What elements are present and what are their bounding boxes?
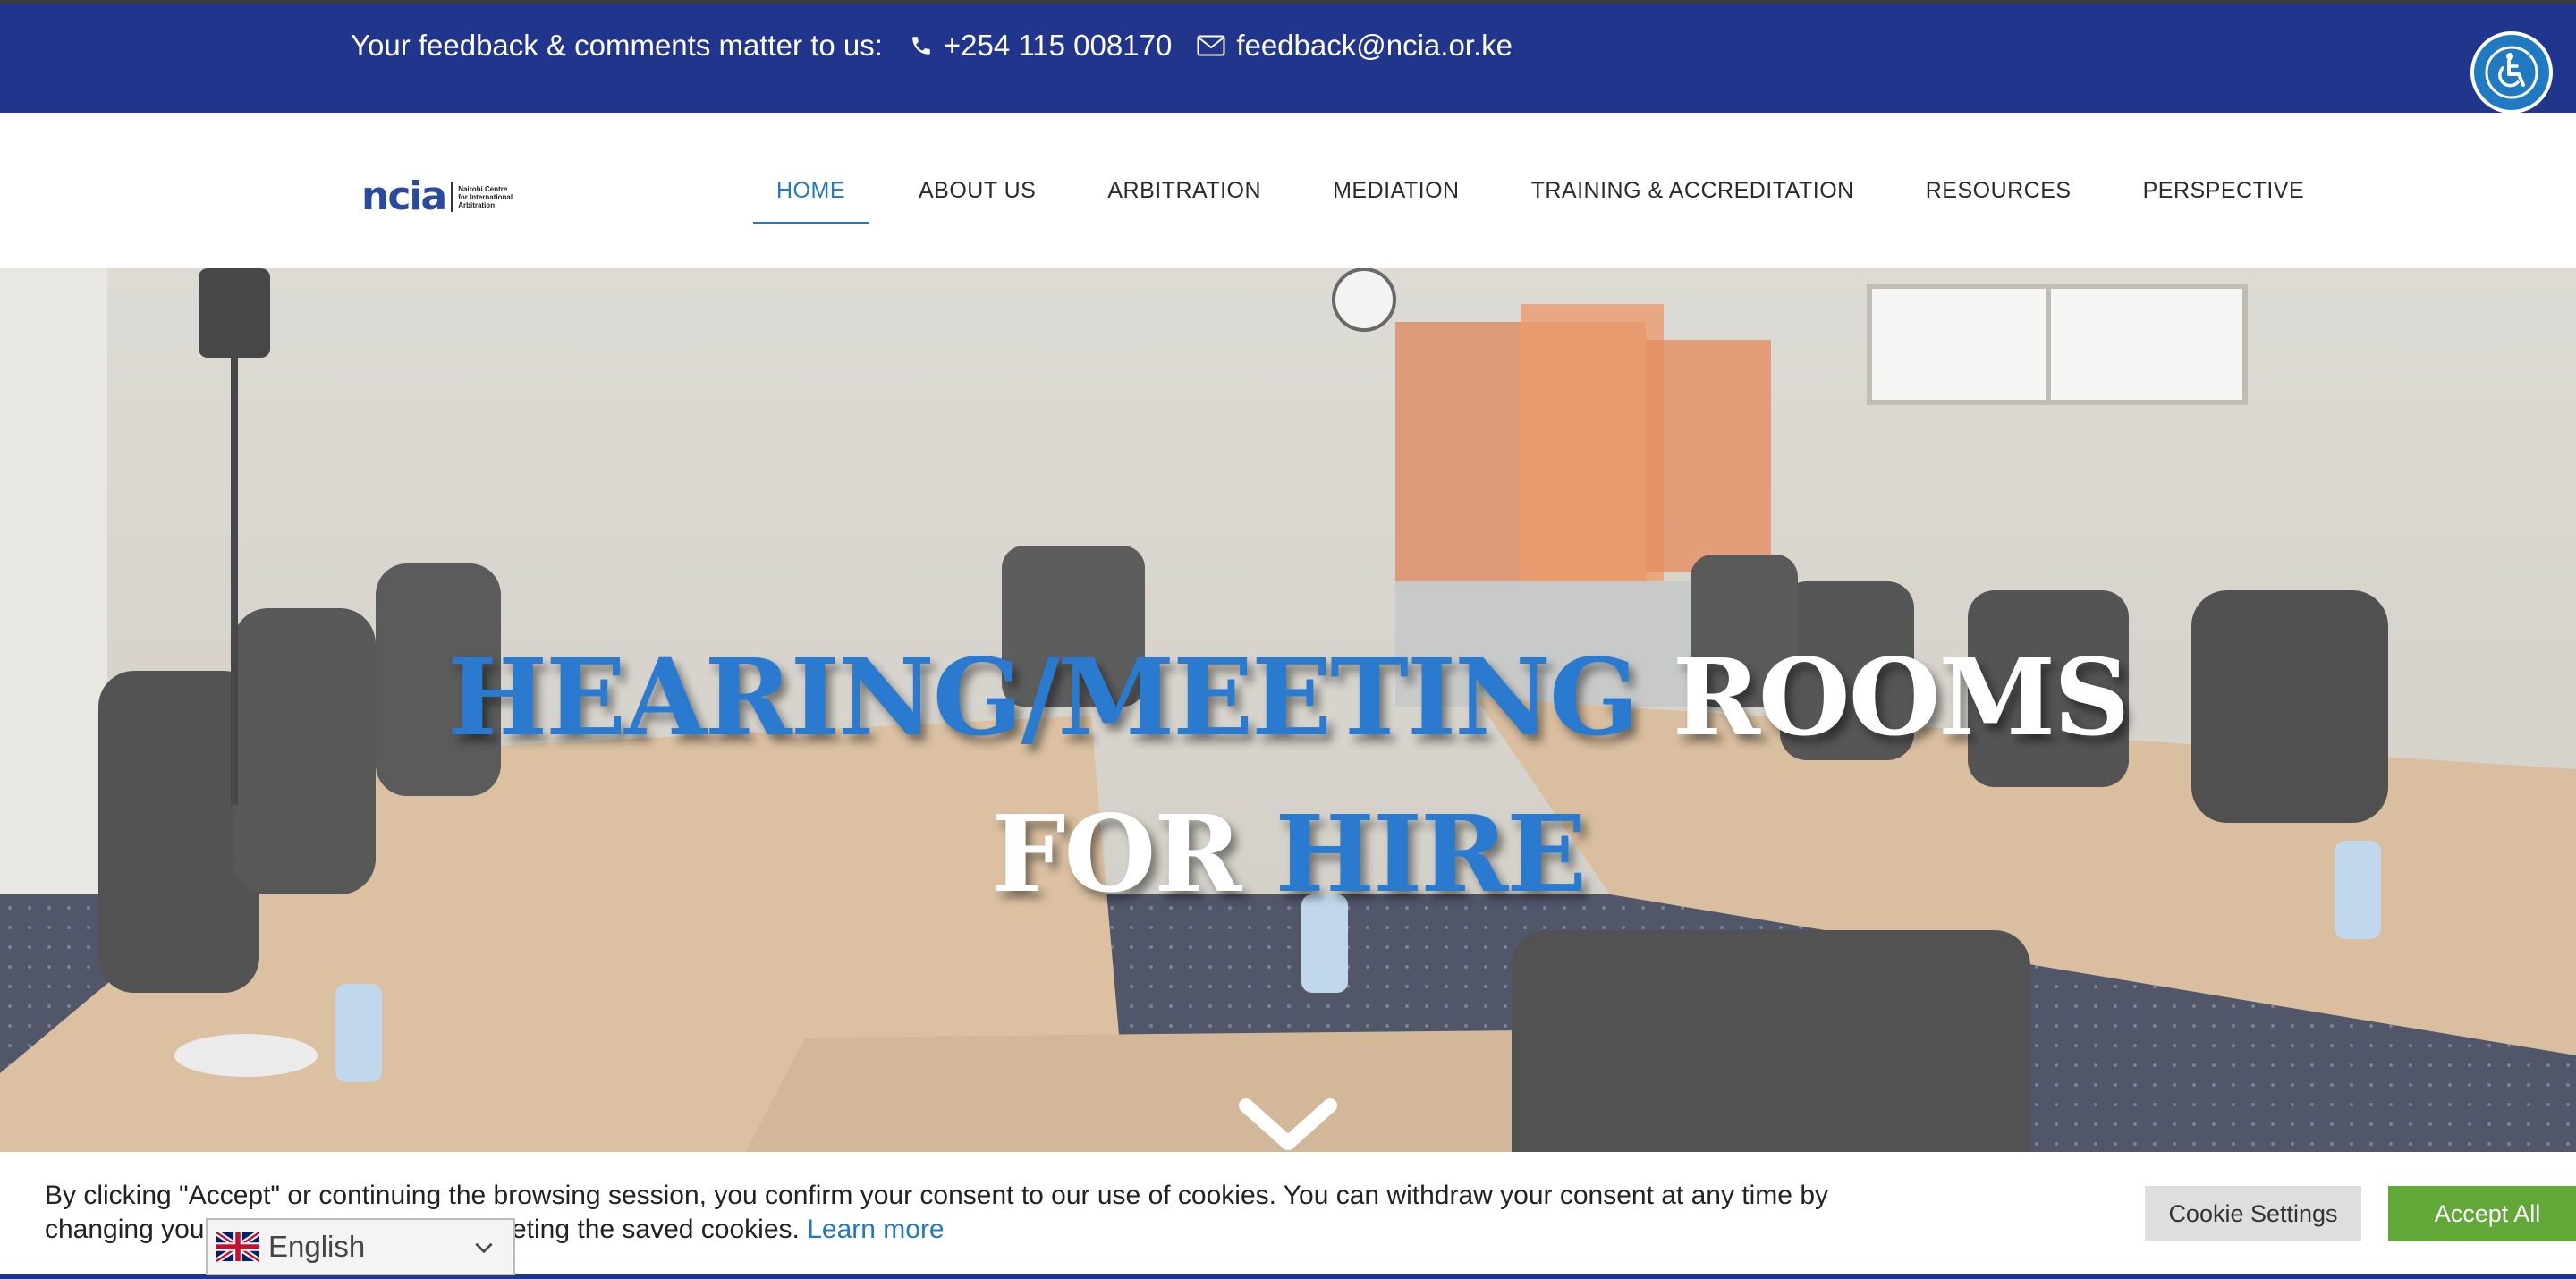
accept-all-button[interactable]: Accept All — [2388, 1186, 2576, 1241]
phone-icon — [912, 37, 930, 55]
logo-line-3: Arbitration — [458, 200, 496, 209]
language-selector[interactable]: English — [206, 1218, 515, 1275]
scroll-down-icon[interactable] — [1239, 1098, 1337, 1152]
nav-item-resources[interactable]: RESOURCES — [1926, 113, 2072, 268]
logo-mark: ncia — [361, 174, 447, 219]
phone-number: +254 115 008170 — [943, 29, 1173, 62]
logo-line-2: for International — [458, 192, 513, 201]
site-logo[interactable]: ncia Nairobi Centre for International Ar… — [361, 174, 540, 219]
nav-item-home[interactable]: HOME — [753, 113, 869, 268]
selected-language: English — [268, 1230, 366, 1263]
accessibility-button[interactable] — [2470, 31, 2553, 114]
top-contact-bar: Your feedback & comments matter to us: +… — [0, 0, 2576, 114]
logo-divider — [451, 182, 453, 212]
site-header: ncia Nairobi Centre for International Ar… — [0, 113, 2576, 268]
contact-info: Your feedback & comments matter to us: +… — [351, 29, 1538, 63]
cookie-settings-button[interactable]: Cookie Settings — [2145, 1186, 2361, 1241]
email-address: feedback@ncia.or.ke — [1236, 29, 1513, 62]
accessibility-icon — [2485, 46, 2538, 99]
hero-title-text-2: FOR — [990, 792, 1275, 916]
hero-title-line-2: FOR HIRE — [0, 792, 2576, 916]
nav-item-perspective[interactable]: PERSPECTIVE — [2143, 113, 2305, 268]
feedback-message: Your feedback & comments matter to us: — [351, 29, 883, 62]
main-nav: HOME ABOUT US ARBITRATION MEDIATION TRAI… — [753, 113, 2376, 268]
learn-more-link[interactable]: Learn more — [807, 1215, 944, 1244]
logo-line-1: Nairobi Centre — [458, 184, 508, 193]
hero-title-text-1: ROOMS — [1637, 635, 2130, 759]
email-link[interactable]: feedback@ncia.or.ke — [1197, 29, 1513, 63]
chevron-down-icon — [475, 1242, 493, 1254]
phone-link[interactable]: +254 115 008170 — [910, 29, 1172, 63]
hero-title-highlight-1: HEARING/MEETING — [447, 635, 1640, 759]
nav-item-mediation[interactable]: MEDIATION — [1333, 113, 1460, 268]
nav-item-arbitration[interactable]: ARBITRATION — [1107, 113, 1261, 268]
logo-text: Nairobi Centre for International Arbitra… — [458, 185, 513, 209]
hero-title-line-1: HEARING/MEETING ROOMS — [0, 635, 2576, 759]
hero-banner: HEARING/MEETING ROOMS FOR HIRE — [0, 268, 2576, 1279]
hero-title-highlight-2: HIRE — [1275, 792, 1588, 916]
mail-icon — [1197, 35, 1225, 56]
nav-item-training-accreditation[interactable]: TRAINING & ACCREDITATION — [1531, 113, 1854, 268]
uk-flag-icon — [216, 1232, 259, 1262]
nav-item-about-us[interactable]: ABOUT US — [919, 113, 1036, 268]
